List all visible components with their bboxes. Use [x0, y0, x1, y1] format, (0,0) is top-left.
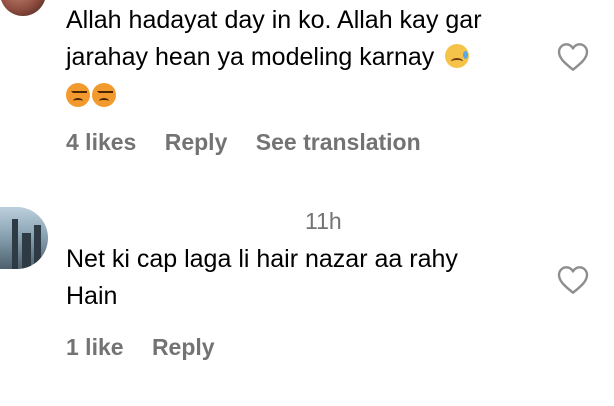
avatar-image-detail [22, 233, 31, 269]
comment-actions: 1 like Reply [66, 334, 237, 361]
comment-text-line-1: Net ki cap laga li hair nazar aa rahy [66, 245, 458, 273]
likes-count-link[interactable]: 1 like [66, 334, 124, 360]
comment-body: Net ki cap laga li hair nazar aa rahy Ha… [66, 241, 546, 315]
comment-timestamp: 11h [305, 208, 342, 234]
comment-text-line-2: Hain [66, 282, 118, 310]
comment-2: 11h Net ki cap laga li hair nazar aa rah… [0, 0, 614, 406]
reply-button[interactable]: Reply [152, 334, 215, 360]
commenter-avatar[interactable] [0, 207, 48, 269]
heart-outline-icon[interactable] [557, 265, 589, 295]
avatar-image-detail [12, 219, 18, 269]
avatar-image-detail [34, 225, 41, 269]
